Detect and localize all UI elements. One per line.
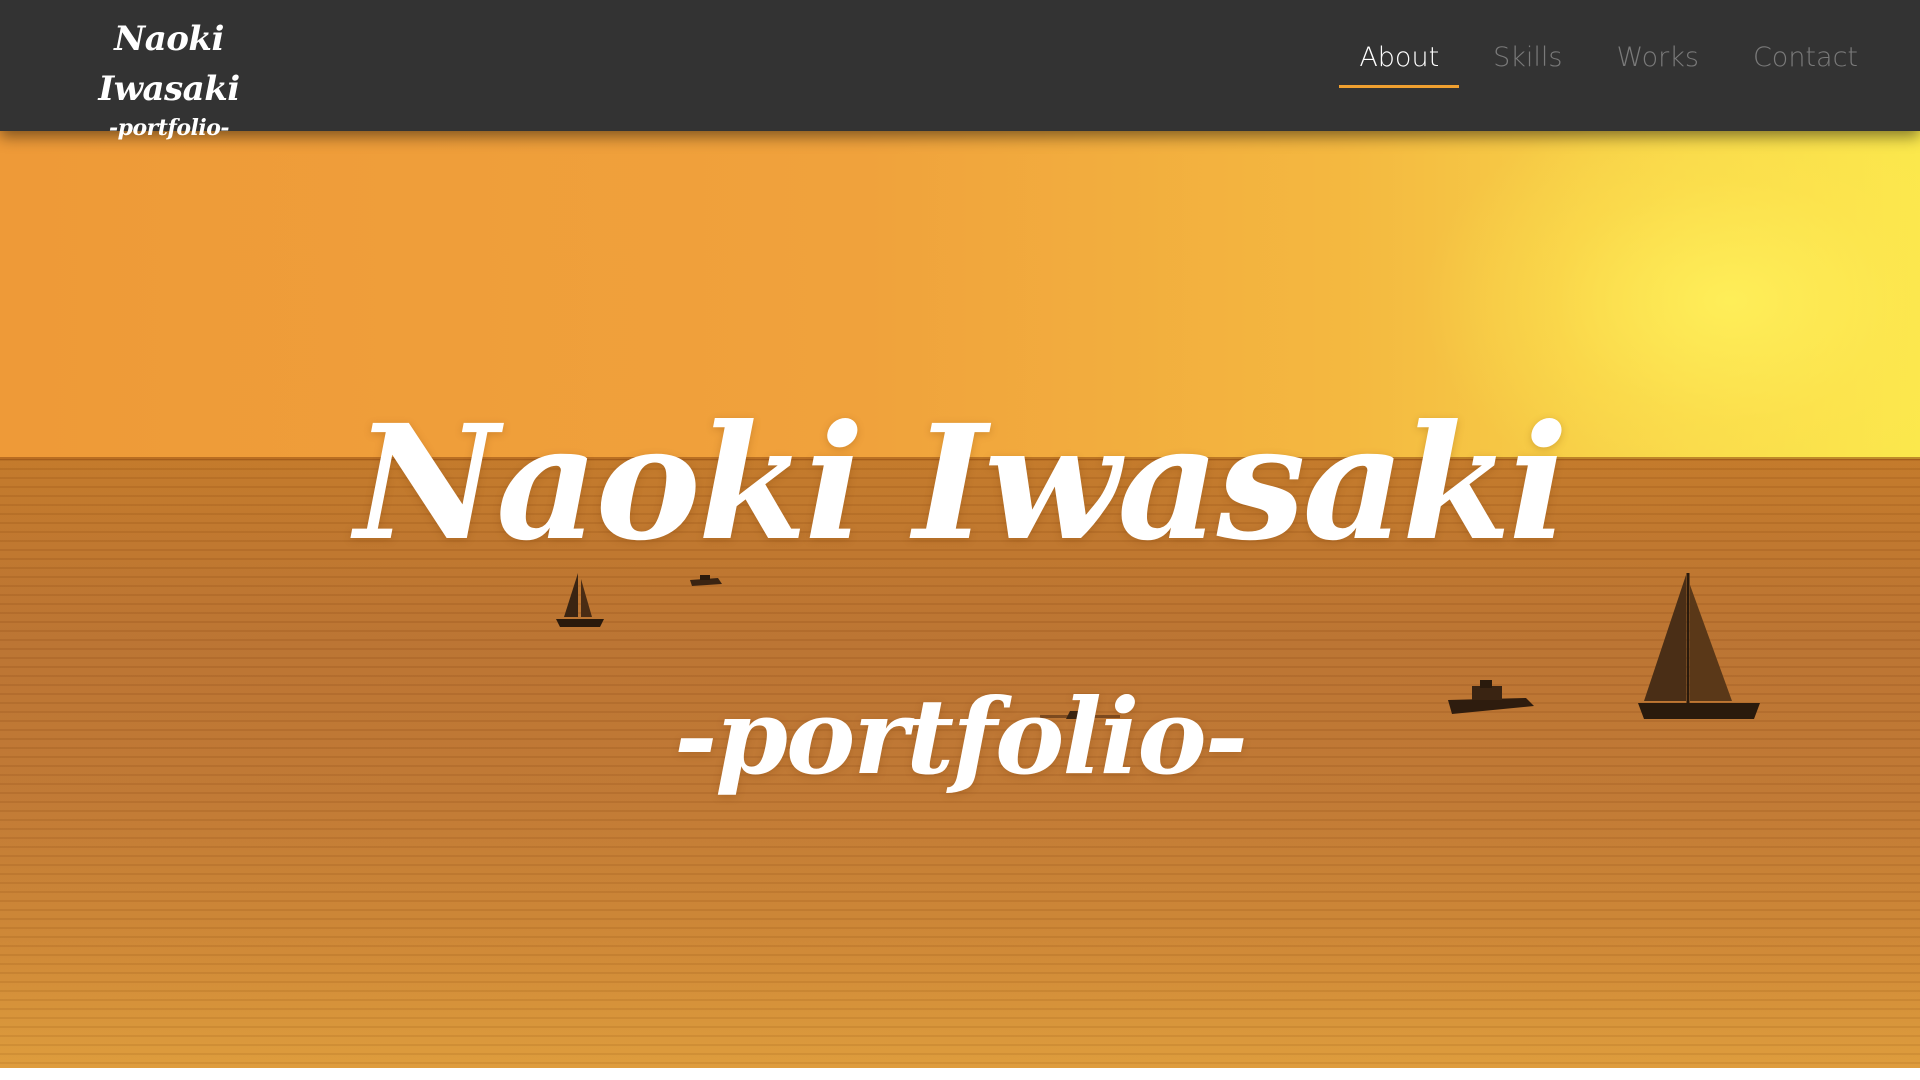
- nav-item-works[interactable]: Works: [1597, 38, 1719, 88]
- nav-item-contact[interactable]: Contact: [1733, 38, 1878, 88]
- main-nav: About Skills Works Contact: [1325, 38, 1878, 88]
- hero-section: Naoki Iwasaki -portfolio-: [0, 131, 1920, 1068]
- site-header: Naoki Iwasaki -portfolio- About Skills W…: [0, 0, 1920, 141]
- page-bottom-strip: [0, 1068, 1920, 1080]
- brand-name: Naoki Iwasaki: [98, 19, 240, 109]
- brand-subtitle: -portfolio-: [108, 115, 230, 141]
- nav-item-about[interactable]: About: [1339, 38, 1459, 88]
- hero-title: Naoki Iwasaki: [354, 391, 1569, 576]
- page: Naoki Iwasaki -portfolio- About Skills W…: [0, 0, 1920, 1080]
- hero-subtitle: -portfolio-: [674, 675, 1248, 798]
- nav-item-skills[interactable]: Skills: [1473, 38, 1582, 88]
- brand-logo[interactable]: Naoki Iwasaki -portfolio-: [58, 14, 280, 142]
